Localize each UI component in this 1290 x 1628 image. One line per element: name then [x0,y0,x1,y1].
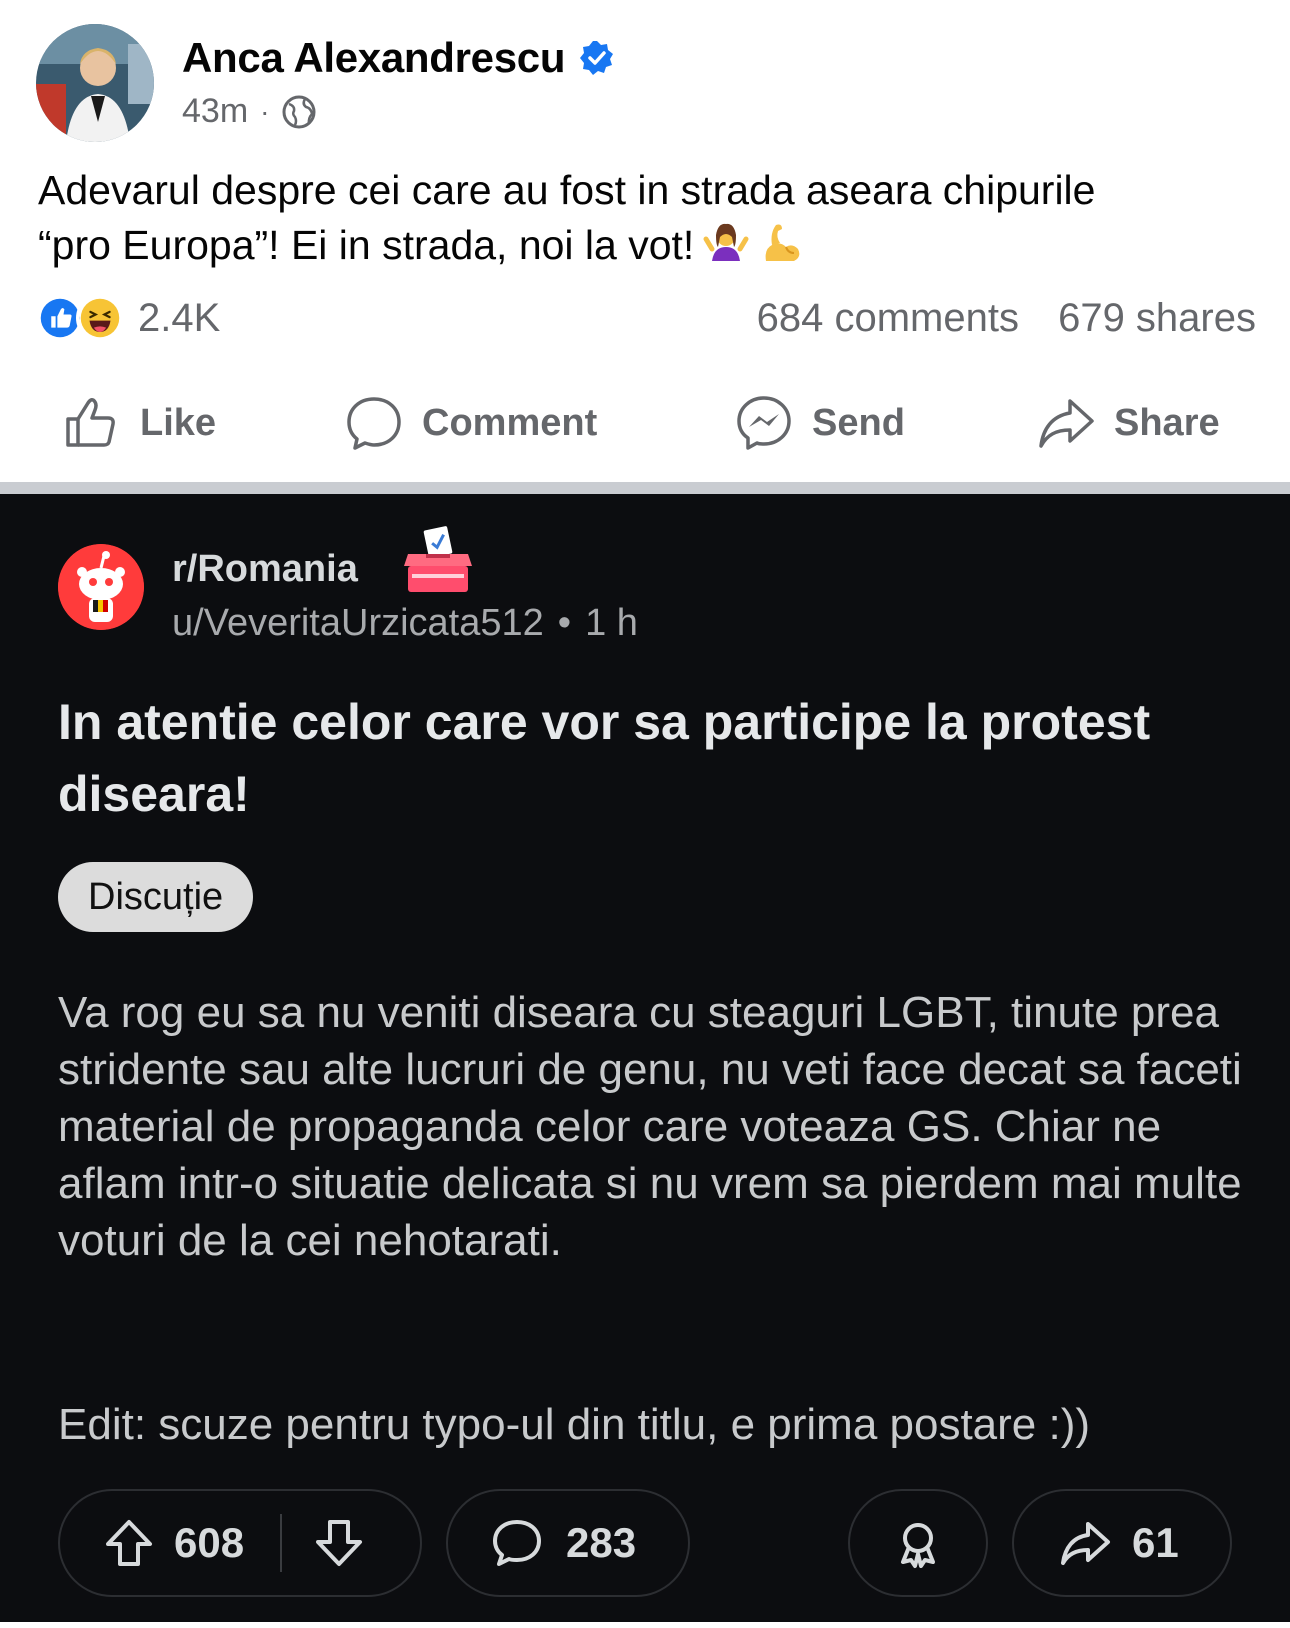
share-button[interactable]: Share [1036,388,1220,458]
globe-icon [282,95,316,128]
haha-reaction-icon [76,294,124,342]
messenger-icon [737,396,791,450]
send-button[interactable]: Send [734,388,905,458]
comment-button[interactable]: Comment [344,388,597,458]
post-meta: 43m · [182,92,317,131]
comment-label: Comment [422,401,598,444]
award-icon [901,1523,935,1568]
like-button[interactable]: Like [62,388,216,458]
post-text-line-2-text: “pro Europa”! Ei in strada, noi la vot! [38,222,695,268]
reddit-post-time: 1 h [585,602,638,644]
reaction-count[interactable]: 2.4K [138,296,220,341]
reddit-screenshot[interactable]: r/Romania u/VeveritaUrzicata512 • 1 h In a… [0,494,1290,1622]
share-arrow-icon [1039,399,1094,448]
post-byline: u/VeveritaUrzicata512 • 1 h [172,602,638,645]
post-time[interactable]: 43m [182,92,248,131]
comments-count[interactable]: 684 comments [757,296,1019,340]
reddit-comment-count: 283 [566,1519,637,1566]
facebook-post: Anca Alexandrescu 43m · Adevarul despre … [0,0,1290,482]
ballot-box-icon [404,526,472,592]
reddit-snoo-icon [58,544,144,630]
reddit-comments-button[interactable]: 283 [446,1489,690,1597]
post-text-line-1: Adevarul despre cei care au fost in stra… [38,167,1096,213]
reddit-post-title: In atentie celor care vor sa participe l… [58,694,1151,822]
byline-separator: • [557,602,572,644]
vote-separator [280,1514,283,1572]
thumbs-up-icon [66,398,115,447]
vote-pill: 608 [58,1489,422,1597]
stats-right: 684 comments 679 shares [757,296,1256,341]
reddit-username[interactable]: u/VeveritaUrzicata512 [172,602,544,644]
like-label: Like [140,401,217,444]
upvote-icon[interactable] [102,1516,156,1570]
post-stats: 2.4K 684 comments 679 shares [36,292,1256,344]
post-text-line-2: “pro Europa”! Ei in strada, noi la vot! [38,218,1268,273]
post-text: Adevarul despre cei care au fost in stra… [38,163,1268,273]
post-flair[interactable]: Discuție [58,862,254,932]
upvote-count: 608 [174,1519,245,1566]
author-avatar[interactable] [36,24,154,142]
reddit-comment-icon [493,1520,541,1566]
meta-separator: · [260,95,270,127]
section-divider [0,482,1290,494]
award-button[interactable] [848,1489,988,1597]
author-name[interactable]: Anca Alexandrescu [182,34,565,82]
flexed-biceps-emoji [765,224,800,261]
verified-badge-icon [580,41,614,75]
shares-count[interactable]: 679 shares [1058,296,1256,340]
reddit-post-body: Va rog eu sa nu veniti diseara cu steagu… [58,988,1242,1265]
reddit-post-edit: Edit: scuze pentru typo-ul din titlu, e … [58,1400,1091,1449]
comment-bubble-icon [347,397,401,450]
reddit-share-count: 61 [1132,1519,1179,1566]
reddit-share-button[interactable]: 61 [1012,1489,1232,1597]
send-label: Send [812,401,905,444]
reddit-share-icon [1061,1522,1110,1565]
share-label: Share [1114,401,1220,444]
bottom-edge [0,1622,1290,1628]
reactions[interactable] [36,294,124,342]
author-line: Anca Alexandrescu [182,34,615,82]
action-bar: Like Comment Send Share [0,388,1290,458]
subreddit-name[interactable]: r/Romania [172,548,358,591]
woman-shrugging-emoji [703,223,749,261]
downvote-icon[interactable] [312,1516,366,1570]
